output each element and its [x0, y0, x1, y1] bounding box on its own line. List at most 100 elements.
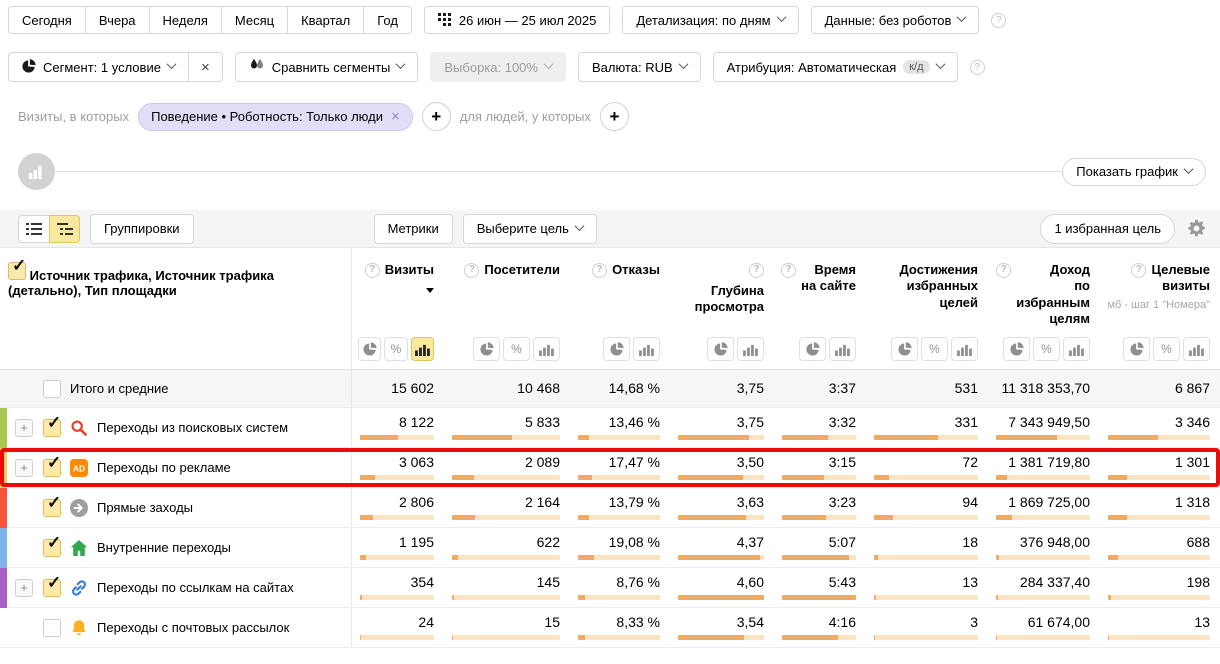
metrics-button[interactable]: Метрики: [374, 214, 453, 244]
row-checkbox[interactable]: [43, 539, 61, 557]
table-row[interactable]: Внутренние переходы1 19562219,08 %4,375:…: [0, 528, 1220, 568]
pie-toggle-icon[interactable]: [603, 337, 630, 361]
help-icon[interactable]: ?: [464, 263, 479, 278]
bar-toggle-icon[interactable]: [829, 337, 856, 361]
table-row[interactable]: Переходы с почтовых рассылок24158,33 %3,…: [0, 608, 1220, 648]
bar-toggle-icon[interactable]: [737, 337, 764, 361]
metric-cell: 5 833: [444, 408, 570, 447]
date-range-button[interactable]: 26 июн — 25 июл 2025: [424, 6, 610, 34]
totals-row[interactable]: Итого и средние15 60210 46814,68 %3,753:…: [0, 370, 1220, 408]
gear-icon[interactable]: [1187, 219, 1206, 238]
pie-toggle-icon[interactable]: [473, 337, 500, 361]
list-view-button[interactable]: [18, 215, 49, 243]
help-icon[interactable]: ?: [991, 13, 1006, 28]
bar-toggle-icon[interactable]: [1183, 337, 1210, 361]
bar-toggle-icon[interactable]: [533, 337, 560, 361]
help-icon[interactable]: ?: [970, 60, 985, 75]
choose-goal-dropdown[interactable]: Выберите цель: [463, 214, 597, 244]
period-button-week[interactable]: Неделя: [149, 6, 221, 34]
expand-button[interactable]: +: [15, 579, 33, 597]
metric-value: 3 063: [399, 455, 434, 470]
percent-toggle-icon[interactable]: %: [384, 337, 407, 361]
row-label[interactable]: Итого и средние: [70, 381, 168, 396]
pie-toggle-icon[interactable]: [707, 337, 734, 361]
column-label[interactable]: ?Целевые визиты: [1106, 262, 1210, 295]
pie-toggle-icon[interactable]: [1123, 337, 1150, 361]
favorite-goal-button[interactable]: 1 избранная цель: [1040, 214, 1175, 244]
period-button-today[interactable]: Сегодня: [8, 6, 85, 34]
row-label[interactable]: Переходы по ссылкам на сайтах: [97, 580, 294, 595]
help-icon[interactable]: ?: [996, 263, 1011, 278]
help-icon[interactable]: ?: [1131, 263, 1146, 278]
column-header-6: Достижения избранных целей%: [866, 248, 988, 369]
compare-segments-dropdown[interactable]: Сравнить сегменты: [235, 52, 419, 82]
row-checkbox[interactable]: [43, 619, 61, 637]
sampling-dropdown[interactable]: Выборка: 100%: [430, 52, 566, 82]
period-button-month[interactable]: Месяц: [221, 6, 287, 34]
chip-close-icon[interactable]: ×: [391, 108, 400, 125]
period-button-quarter[interactable]: Квартал: [287, 6, 363, 34]
table-row[interactable]: +ADПереходы по рекламе3 0632 08917,47 %3…: [0, 448, 1220, 488]
sampling-label: Выборка: 100%: [444, 60, 538, 75]
metric-value: 3,63: [737, 495, 764, 510]
help-icon[interactable]: ?: [749, 263, 764, 278]
metric-cell: 11 318 353,70: [988, 370, 1100, 407]
column-label[interactable]: ?Глубина просмотра: [676, 262, 764, 316]
add-people-condition-button[interactable]: +: [600, 102, 629, 131]
robots-filter-chip[interactable]: Поведение • Роботность: Только люди ×: [138, 103, 413, 131]
add-visit-condition-button[interactable]: +: [422, 102, 451, 131]
column-label[interactable]: Достижения избранных целей: [872, 262, 978, 311]
data-mode-dropdown[interactable]: Данные: без роботов: [811, 6, 980, 34]
pie-toggle-icon[interactable]: [799, 337, 826, 361]
bar-toggle-icon[interactable]: [951, 337, 978, 361]
row-label[interactable]: Внутренние переходы: [97, 540, 231, 555]
pie-toggle-icon[interactable]: [358, 337, 381, 361]
currency-dropdown[interactable]: Валюта: RUB: [578, 52, 701, 82]
table-row[interactable]: +Переходы из поисковых систем8 1225 8331…: [0, 408, 1220, 448]
row-label[interactable]: Переходы из поисковых систем: [97, 420, 288, 435]
column-label[interactable]: ?Время на сайте: [780, 262, 856, 295]
row-checkbox[interactable]: [43, 459, 61, 477]
tree-view-button[interactable]: [49, 215, 80, 243]
row-label[interactable]: Переходы по рекламе: [97, 460, 231, 475]
percent-toggle-icon[interactable]: %: [921, 337, 948, 361]
column-label-text: Доход по избранным целям: [1016, 262, 1090, 327]
row-checkbox[interactable]: [43, 419, 61, 437]
column-label[interactable]: ?Посетители: [450, 262, 560, 278]
detail-dropdown[interactable]: Детализация: по дням: [622, 6, 798, 34]
segment-close-button[interactable]: ×: [189, 52, 223, 82]
help-icon[interactable]: ?: [781, 263, 796, 278]
header-checkbox[interactable]: [8, 262, 26, 280]
pie-toggle-icon[interactable]: [891, 337, 918, 361]
help-icon[interactable]: ?: [365, 263, 380, 278]
groupings-button[interactable]: Группировки: [90, 214, 194, 244]
expand-button[interactable]: +: [15, 419, 33, 437]
bar-toggle-icon[interactable]: [1063, 337, 1090, 361]
attribution-dropdown[interactable]: Атрибуция: Автоматическая к/д: [713, 52, 958, 82]
column-label[interactable]: ?Отказы: [576, 262, 660, 278]
show-chart-button[interactable]: Показать график: [1062, 158, 1206, 186]
pie-toggle-icon[interactable]: [1003, 337, 1030, 361]
row-checkbox[interactable]: [43, 380, 61, 398]
segment-dropdown[interactable]: Сегмент: 1 условие: [8, 52, 189, 82]
column-label[interactable]: ? Визиты: [358, 262, 434, 293]
table-row[interactable]: +Переходы по ссылкам на сайтах3541458,76…: [0, 568, 1220, 608]
percent-toggle-icon[interactable]: %: [503, 337, 530, 361]
percent-toggle-icon[interactable]: %: [1033, 337, 1060, 361]
row-label[interactable]: Прямые заходы: [97, 500, 193, 515]
percent-toggle-icon[interactable]: %: [1153, 337, 1180, 361]
table-row[interactable]: Прямые заходы2 8062 16413,79 %3,633:2394…: [0, 488, 1220, 528]
bar-toggle-icon[interactable]: [411, 337, 434, 361]
metric-value: 5 833: [525, 415, 560, 430]
row-label[interactable]: Переходы с почтовых рассылок: [97, 620, 289, 635]
row-checkbox[interactable]: [43, 499, 61, 517]
row-checkbox[interactable]: [43, 579, 61, 597]
expand-button[interactable]: +: [15, 459, 33, 477]
period-button-year[interactable]: Год: [363, 6, 412, 34]
column-label-text: Визиты: [385, 262, 434, 278]
help-icon[interactable]: ?: [592, 263, 607, 278]
table-toolbar: Группировки Метрики Выберите цель 1 избр…: [0, 210, 1220, 248]
column-label[interactable]: ? Доход по избранным целям: [994, 262, 1090, 327]
period-button-yesterday[interactable]: Вчера: [85, 6, 149, 34]
bar-toggle-icon[interactable]: [633, 337, 660, 361]
